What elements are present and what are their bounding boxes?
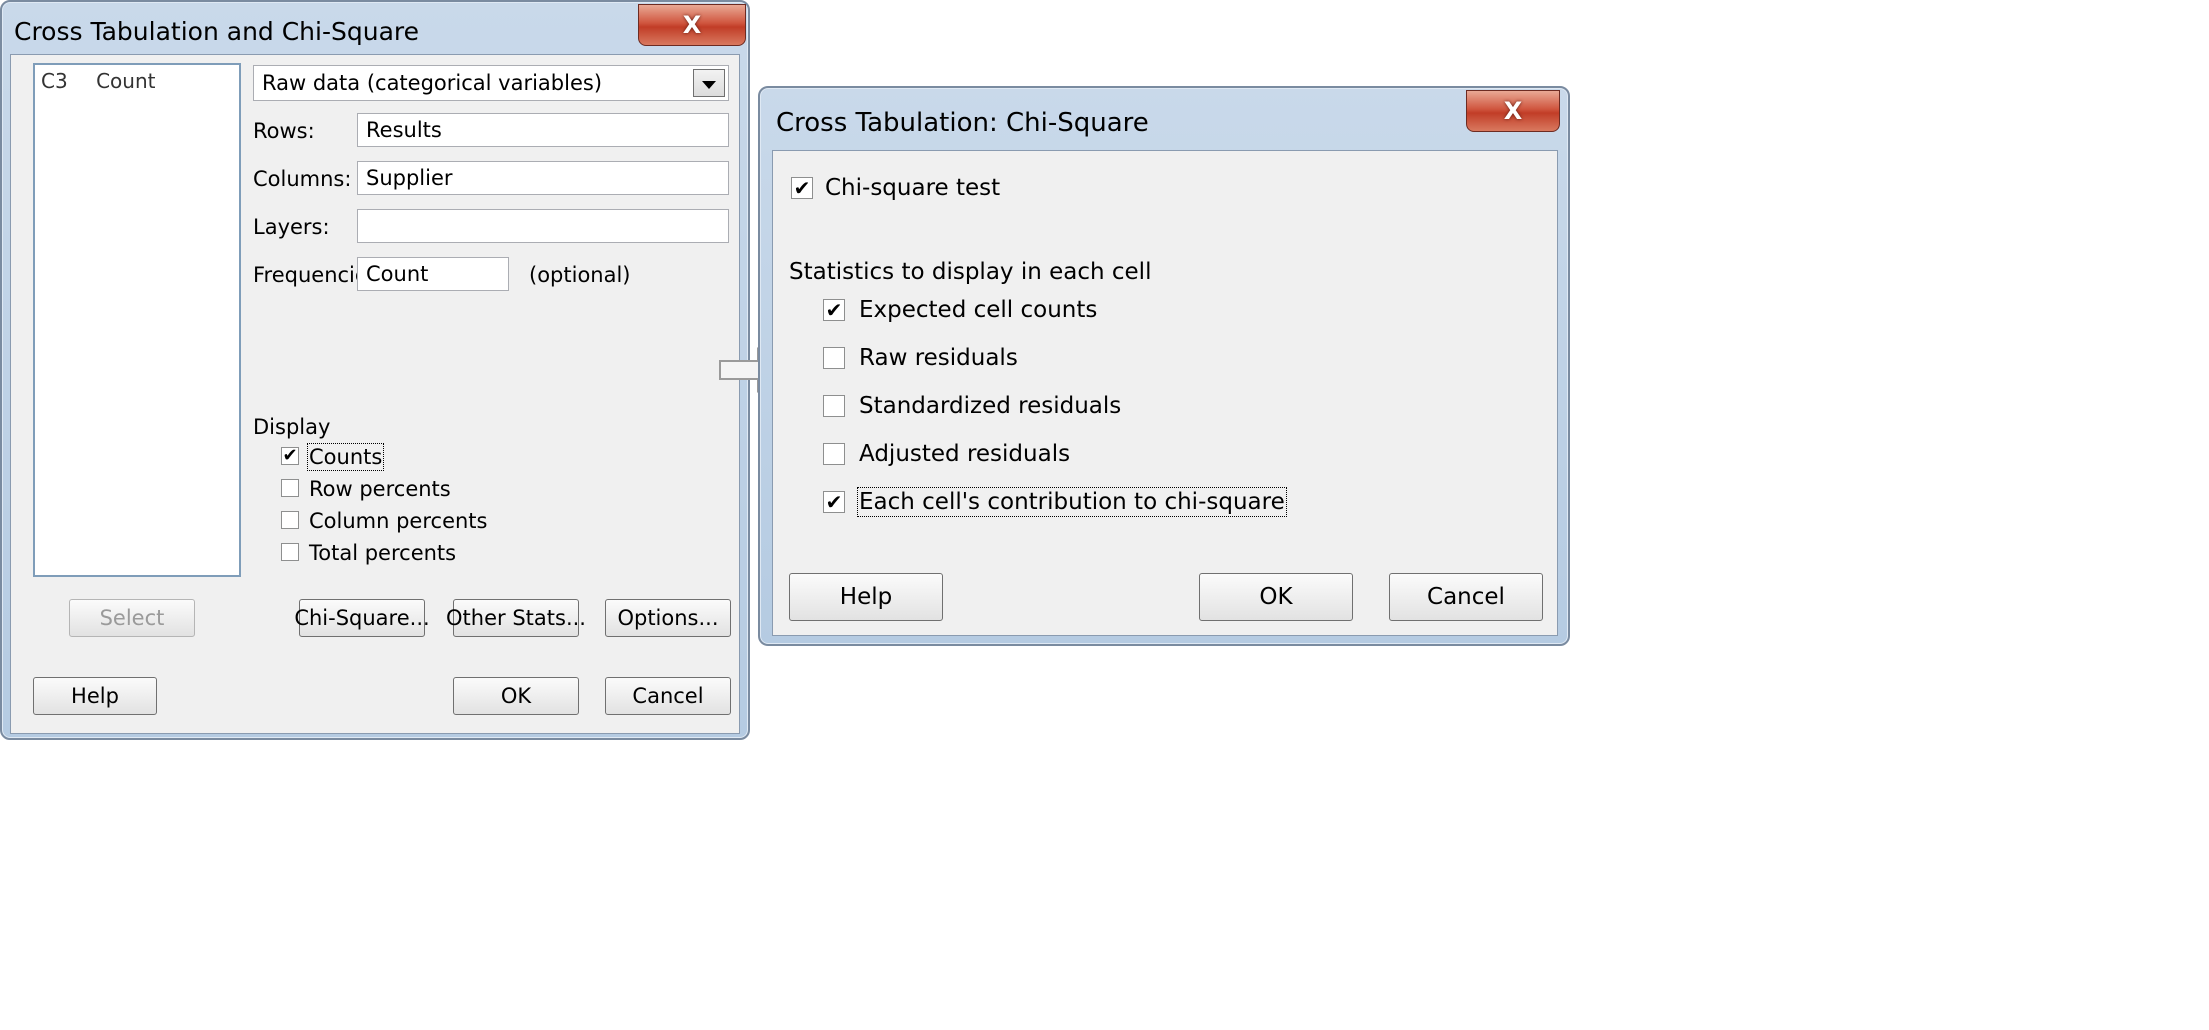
row-percents-label: Row percents [309,477,451,501]
columns-input[interactable]: Supplier [357,161,729,195]
standardized-residuals-label: Standardized residuals [859,393,1122,419]
check-icon: ✔ [825,490,843,514]
close-button[interactable]: X [638,4,746,46]
total-percents-checkbox[interactable] [281,543,299,561]
layers-input[interactable] [357,209,729,243]
title-bar[interactable]: Cross Tabulation: Chi-Square X [760,88,1568,146]
contribution-checkbox[interactable]: ✔ [823,491,845,513]
frequencies-input[interactable]: Count [357,257,509,291]
chi-square-button[interactable]: Chi-Square... [294,599,430,637]
chevron-down-icon[interactable] [693,69,725,97]
cancel-button[interactable]: Cancel [1389,573,1543,621]
rows-label: Rows: [253,119,315,143]
layers-label: Layers: [253,215,330,239]
variable-list[interactable]: C3 Count [33,63,241,577]
standardized-residuals-checkbox[interactable] [823,395,845,417]
row-percents-checkbox[interactable] [281,479,299,497]
help-button[interactable]: Help [33,677,157,715]
chi-square-test-checkbox[interactable]: ✔ [791,177,813,199]
optional-note: (optional) [529,263,631,287]
title-bar[interactable]: Cross Tabulation and Chi-Square X [2,2,748,60]
data-type-select[interactable]: Raw data (categorical variables) [253,65,729,101]
stats-heading: Statistics to display in each cell [789,259,1152,285]
column-id: C3 [41,69,68,93]
data-type-value: Raw data (categorical variables) [262,71,603,95]
list-item[interactable]: C3 Count [41,69,155,93]
dialog-title: Cross Tabulation and Chi-Square [14,17,420,46]
dialog-client: ✔ Chi-square test Statistics to display … [772,150,1558,636]
ok-button[interactable]: OK [1199,573,1353,621]
expected-counts-checkbox[interactable]: ✔ [823,299,845,321]
column-name: Count [96,69,156,93]
contribution-label: Each cell's contribution to chi-square [857,487,1287,517]
counts-label: Counts [306,443,385,471]
options-button[interactable]: Options... [605,599,731,637]
chi-square-dialog: Cross Tabulation: Chi-Square X ✔ Chi-squ… [758,86,1570,646]
adjusted-residuals-label: Adjusted residuals [859,441,1071,467]
column-percents-label: Column percents [309,509,488,533]
display-label: Display [253,415,331,439]
cross-tab-dialog: Cross Tabulation and Chi-Square X C3 Cou… [0,0,750,740]
help-button[interactable]: Help [789,573,943,621]
check-icon: ✔ [793,176,811,200]
ok-button[interactable]: OK [453,677,579,715]
dialog-title: Cross Tabulation: Chi-Square [776,108,1149,138]
counts-checkbox[interactable]: ✔ [281,447,299,465]
raw-residuals-checkbox[interactable] [823,347,845,369]
columns-label: Columns: [253,167,352,191]
select-button[interactable]: Select [69,599,195,637]
rows-input[interactable]: Results [357,113,729,147]
other-stats-button[interactable]: Other Stats... [446,599,586,637]
close-button[interactable]: X [1466,90,1560,132]
check-icon: ✔ [282,445,298,466]
expected-counts-label: Expected cell counts [859,297,1098,323]
cancel-button[interactable]: Cancel [605,677,731,715]
total-percents-label: Total percents [309,541,457,565]
dialog-client: C3 Count Raw data (categorical variables… [10,54,740,734]
check-icon: ✔ [825,298,843,322]
adjusted-residuals-checkbox[interactable] [823,443,845,465]
raw-residuals-label: Raw residuals [859,345,1018,371]
column-percents-checkbox[interactable] [281,511,299,529]
chi-square-test-label: Chi-square test [825,175,1001,201]
